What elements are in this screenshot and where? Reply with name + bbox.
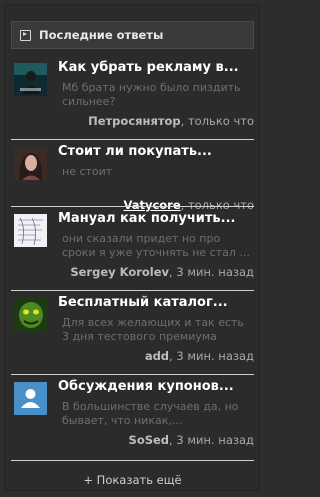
author-link[interactable]: add [145, 349, 169, 363]
question-title[interactable]: Обсуждения купонов... [58, 379, 254, 394]
question-title[interactable]: Мануал как получить... [58, 211, 254, 226]
user-avatar[interactable] [14, 298, 47, 331]
question-title[interactable]: Бесплатный каталог... [58, 295, 254, 310]
question-title[interactable]: Стоит ли покупать... [58, 144, 254, 159]
answer-text: не стоит [62, 165, 113, 178]
question-title[interactable]: Как убрать рекламу в... [58, 60, 254, 75]
answer-item[interactable]: Мануал как получить... они сказали приде… [11, 208, 254, 290]
answer-meta: add, 3 мин. назад [145, 349, 254, 363]
answer-text: В большинстве случаев да, но бывает, что… [62, 400, 239, 427]
answer-time: , только что [180, 114, 254, 128]
answer-time: , 3 мин. назад [169, 349, 254, 363]
author-link[interactable]: SoSed [129, 433, 170, 447]
user-avatar[interactable] [14, 214, 47, 247]
answer-time: , 3 мин. назад [169, 433, 254, 447]
author-link[interactable]: Петросянятор [88, 114, 181, 128]
show-more-button[interactable]: + Показать ещё [11, 463, 254, 497]
divider [11, 374, 254, 375]
answer-text: Для всех желающих и так есть 3 дня тесто… [62, 316, 244, 343]
recent-answers-panel: Последние ответы Как убрать рекламу в...… [4, 4, 260, 491]
author-link[interactable]: Sergey Korolev [70, 265, 169, 279]
answer-meta: SoSed, 3 мин. назад [129, 433, 254, 447]
divider [11, 290, 254, 291]
answer-item[interactable]: Обсуждения купонов... В большинстве случ… [11, 376, 254, 458]
user-avatar[interactable] [14, 382, 47, 415]
divider [11, 460, 254, 461]
divider [11, 206, 254, 207]
user-avatar[interactable] [14, 147, 47, 180]
answer-item[interactable]: Как убрать рекламу в... Мб брата нужно б… [11, 57, 254, 139]
user-avatar[interactable] [14, 63, 47, 96]
answer-item[interactable]: Бесплатный каталог... Для всех желающих … [11, 292, 254, 374]
answer-meta: Sergey Korolev, 3 мин. назад [70, 265, 254, 279]
panel-header: Последние ответы [11, 21, 254, 49]
divider [11, 139, 254, 140]
answer-text: Мб брата нужно было пиздить сильнее? [62, 81, 241, 108]
answer-text: они сказали придет но про сроки я уже ут… [62, 232, 250, 259]
panel-title: Последние ответы [39, 28, 164, 42]
play-square-icon [20, 29, 31, 41]
answer-meta: Петросянятор, только что [88, 114, 254, 128]
answer-time: , 3 мин. назад [169, 265, 254, 279]
